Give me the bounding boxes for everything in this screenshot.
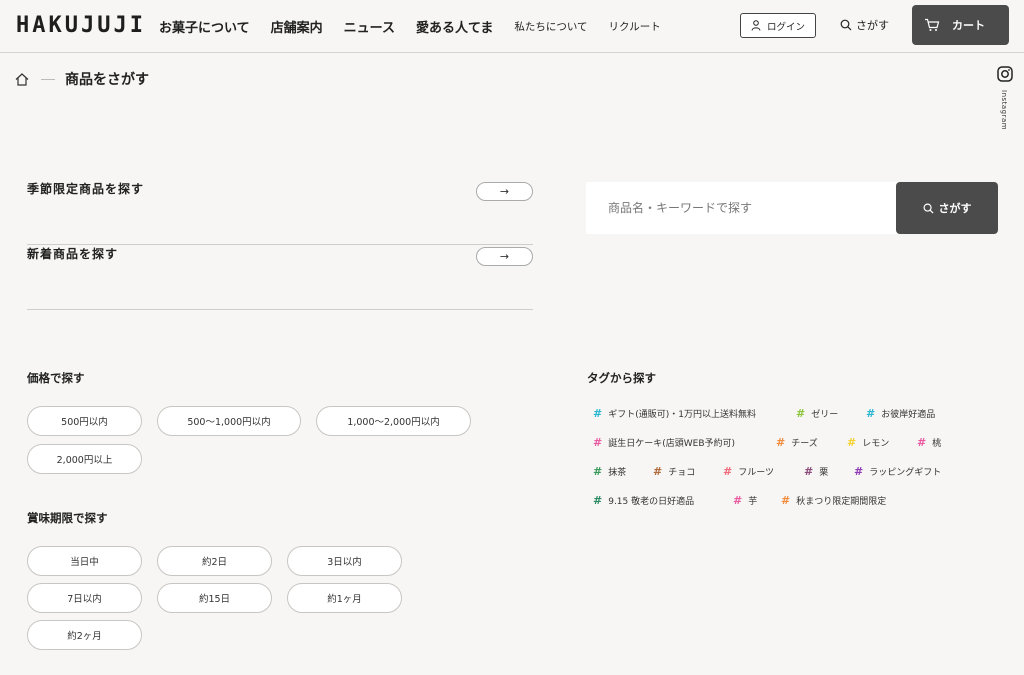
tag-label: レモン <box>862 439 890 449</box>
main-nav: お菓子について 店舗案内 ニュース 愛ある人てま 私たちについて リクルート <box>159 0 682 53</box>
login-button[interactable]: ログイン <box>740 13 816 38</box>
nav-stores[interactable]: 店舗案内 <box>271 17 323 36</box>
hash-icon: # <box>593 436 603 449</box>
product-search: さがす <box>586 182 998 234</box>
hash-icon: # <box>593 494 603 507</box>
new-products-link[interactable]: 新着商品を探す → <box>27 245 533 310</box>
tag-item[interactable]: # レモン <box>847 436 889 449</box>
tags-heading: タグから探す <box>587 371 656 385</box>
hash-icon: # <box>723 465 733 478</box>
hash-icon: # <box>804 465 814 478</box>
tag-label: 秋まつり限定期間限定 <box>796 497 887 507</box>
cart-icon <box>925 18 940 31</box>
arrow-right-icon: → <box>499 250 510 263</box>
expiry-option[interactable]: 約1ヶ月 <box>287 583 402 613</box>
tag-label: 桃 <box>932 439 942 449</box>
hash-icon: # <box>593 407 603 420</box>
hash-icon: # <box>653 465 663 478</box>
cart-button[interactable]: カート <box>912 5 1009 45</box>
tag-label: 芋 <box>748 497 758 507</box>
new-products-label: 新着商品を探す <box>27 247 119 261</box>
nav-okashi[interactable]: お菓子について <box>159 17 250 36</box>
tag-label: チーズ <box>791 439 818 449</box>
expiry-option[interactable]: 約2日 <box>157 546 272 576</box>
tag-item[interactable]: # 桃 <box>917 436 941 449</box>
search-submit-button[interactable]: さがす <box>896 182 998 234</box>
site-header: HAKUJUJI お菓子について 店舗案内 ニュース 愛ある人てま 私たちについ… <box>0 0 1024 53</box>
tag-item[interactable]: # ラッピングギフト <box>854 465 941 478</box>
nav-about[interactable]: 私たちについて <box>514 19 587 34</box>
expiry-option[interactable]: 約15日 <box>157 583 272 613</box>
search-input[interactable] <box>586 182 898 234</box>
price-option[interactable]: 500〜1,000円以内 <box>157 406 301 436</box>
tag-item[interactable]: # フルーツ <box>723 465 774 478</box>
user-icon <box>751 20 761 31</box>
expiry-option[interactable]: 7日以内 <box>27 583 142 613</box>
search-submit-label: さがす <box>938 202 972 215</box>
price-heading: 価格で探す <box>27 371 85 385</box>
tag-label: 9.15 敬老の日好適品 <box>608 497 695 507</box>
tag-item[interactable]: # 栗 <box>804 465 828 478</box>
tag-label: ゼリー <box>811 410 839 420</box>
hash-icon: # <box>593 465 603 478</box>
tag-item[interactable]: # お彼岸好適品 <box>866 407 935 420</box>
tag-item[interactable]: # 芋 <box>733 494 757 507</box>
price-option[interactable]: 1,000〜2,000円以内 <box>316 406 471 436</box>
hash-icon: # <box>781 494 791 507</box>
expiry-option[interactable]: 当日中 <box>27 546 142 576</box>
nav-aiaru[interactable]: 愛ある人てま <box>416 17 493 36</box>
seasonal-arrow-button[interactable]: → <box>476 182 533 201</box>
price-option[interactable]: 2,000円以上 <box>27 444 142 474</box>
site-logo[interactable]: HAKUJUJI <box>16 13 146 38</box>
expiry-option[interactable]: 3日以内 <box>287 546 402 576</box>
home-icon[interactable] <box>15 72 29 86</box>
page-title: 商品をさがす <box>65 72 149 88</box>
tag-item[interactable]: # 抹茶 <box>593 465 626 478</box>
expiry-heading: 賞味期限で探す <box>27 511 108 525</box>
hash-icon: # <box>917 436 927 449</box>
login-label: ログイン <box>766 21 805 33</box>
price-option[interactable]: 500円以内 <box>27 406 142 436</box>
tag-label: 誕生日ケーキ(店頭WEB予約可) <box>608 439 736 449</box>
tag-label: チョコ <box>668 468 696 478</box>
new-arrow-button[interactable]: → <box>476 247 533 266</box>
tag-label: 栗 <box>819 468 829 478</box>
tag-label: 抹茶 <box>608 468 627 478</box>
search-icon <box>923 203 934 214</box>
hash-icon: # <box>847 436 857 449</box>
nav-news[interactable]: ニュース <box>344 17 395 36</box>
tag-item[interactable]: # ゼリー <box>796 407 838 420</box>
seasonal-products-label: 季節限定商品を探す <box>27 182 145 196</box>
hash-icon: # <box>854 465 864 478</box>
header-search-label: さがす <box>856 19 889 32</box>
header-search-button[interactable]: さがす <box>840 17 889 33</box>
seasonal-products-link[interactable]: 季節限定商品を探す → <box>27 180 533 245</box>
breadcrumb: 商品をさがす <box>15 69 149 89</box>
tag-label: お彼岸好適品 <box>881 410 936 420</box>
tag-item[interactable]: #9.15 敬老の日好適品 <box>593 494 694 507</box>
tag-item[interactable]: # ギフト(通販可)・1万円以上送料無料 <box>593 407 756 420</box>
expiry-option[interactable]: 約2ヶ月 <box>27 620 142 650</box>
instagram-icon <box>997 66 1013 82</box>
tag-label: ラッピングギフト <box>869 468 942 478</box>
tag-label: ギフト(通販可)・1万円以上送料無料 <box>608 410 756 420</box>
instagram-label: Instagram <box>1000 90 1008 131</box>
breadcrumb-separator <box>41 78 55 80</box>
hash-icon: # <box>776 436 786 449</box>
arrow-right-icon: → <box>499 185 510 198</box>
tag-item[interactable]: # 誕生日ケーキ(店頭WEB予約可) <box>593 436 735 449</box>
tag-item[interactable]: # チョコ <box>653 465 695 478</box>
instagram-link[interactable] <box>997 66 1017 86</box>
cart-label: カート <box>952 19 985 32</box>
hash-icon: # <box>733 494 743 507</box>
tag-item[interactable]: # チーズ <box>776 436 818 449</box>
nav-recruit[interactable]: リクルート <box>609 19 661 34</box>
hash-icon: # <box>866 407 876 420</box>
search-icon <box>840 19 852 31</box>
tag-label: フルーツ <box>738 468 775 478</box>
tag-item[interactable]: # 秋まつり限定期間限定 <box>781 494 886 507</box>
hash-icon: # <box>796 407 806 420</box>
